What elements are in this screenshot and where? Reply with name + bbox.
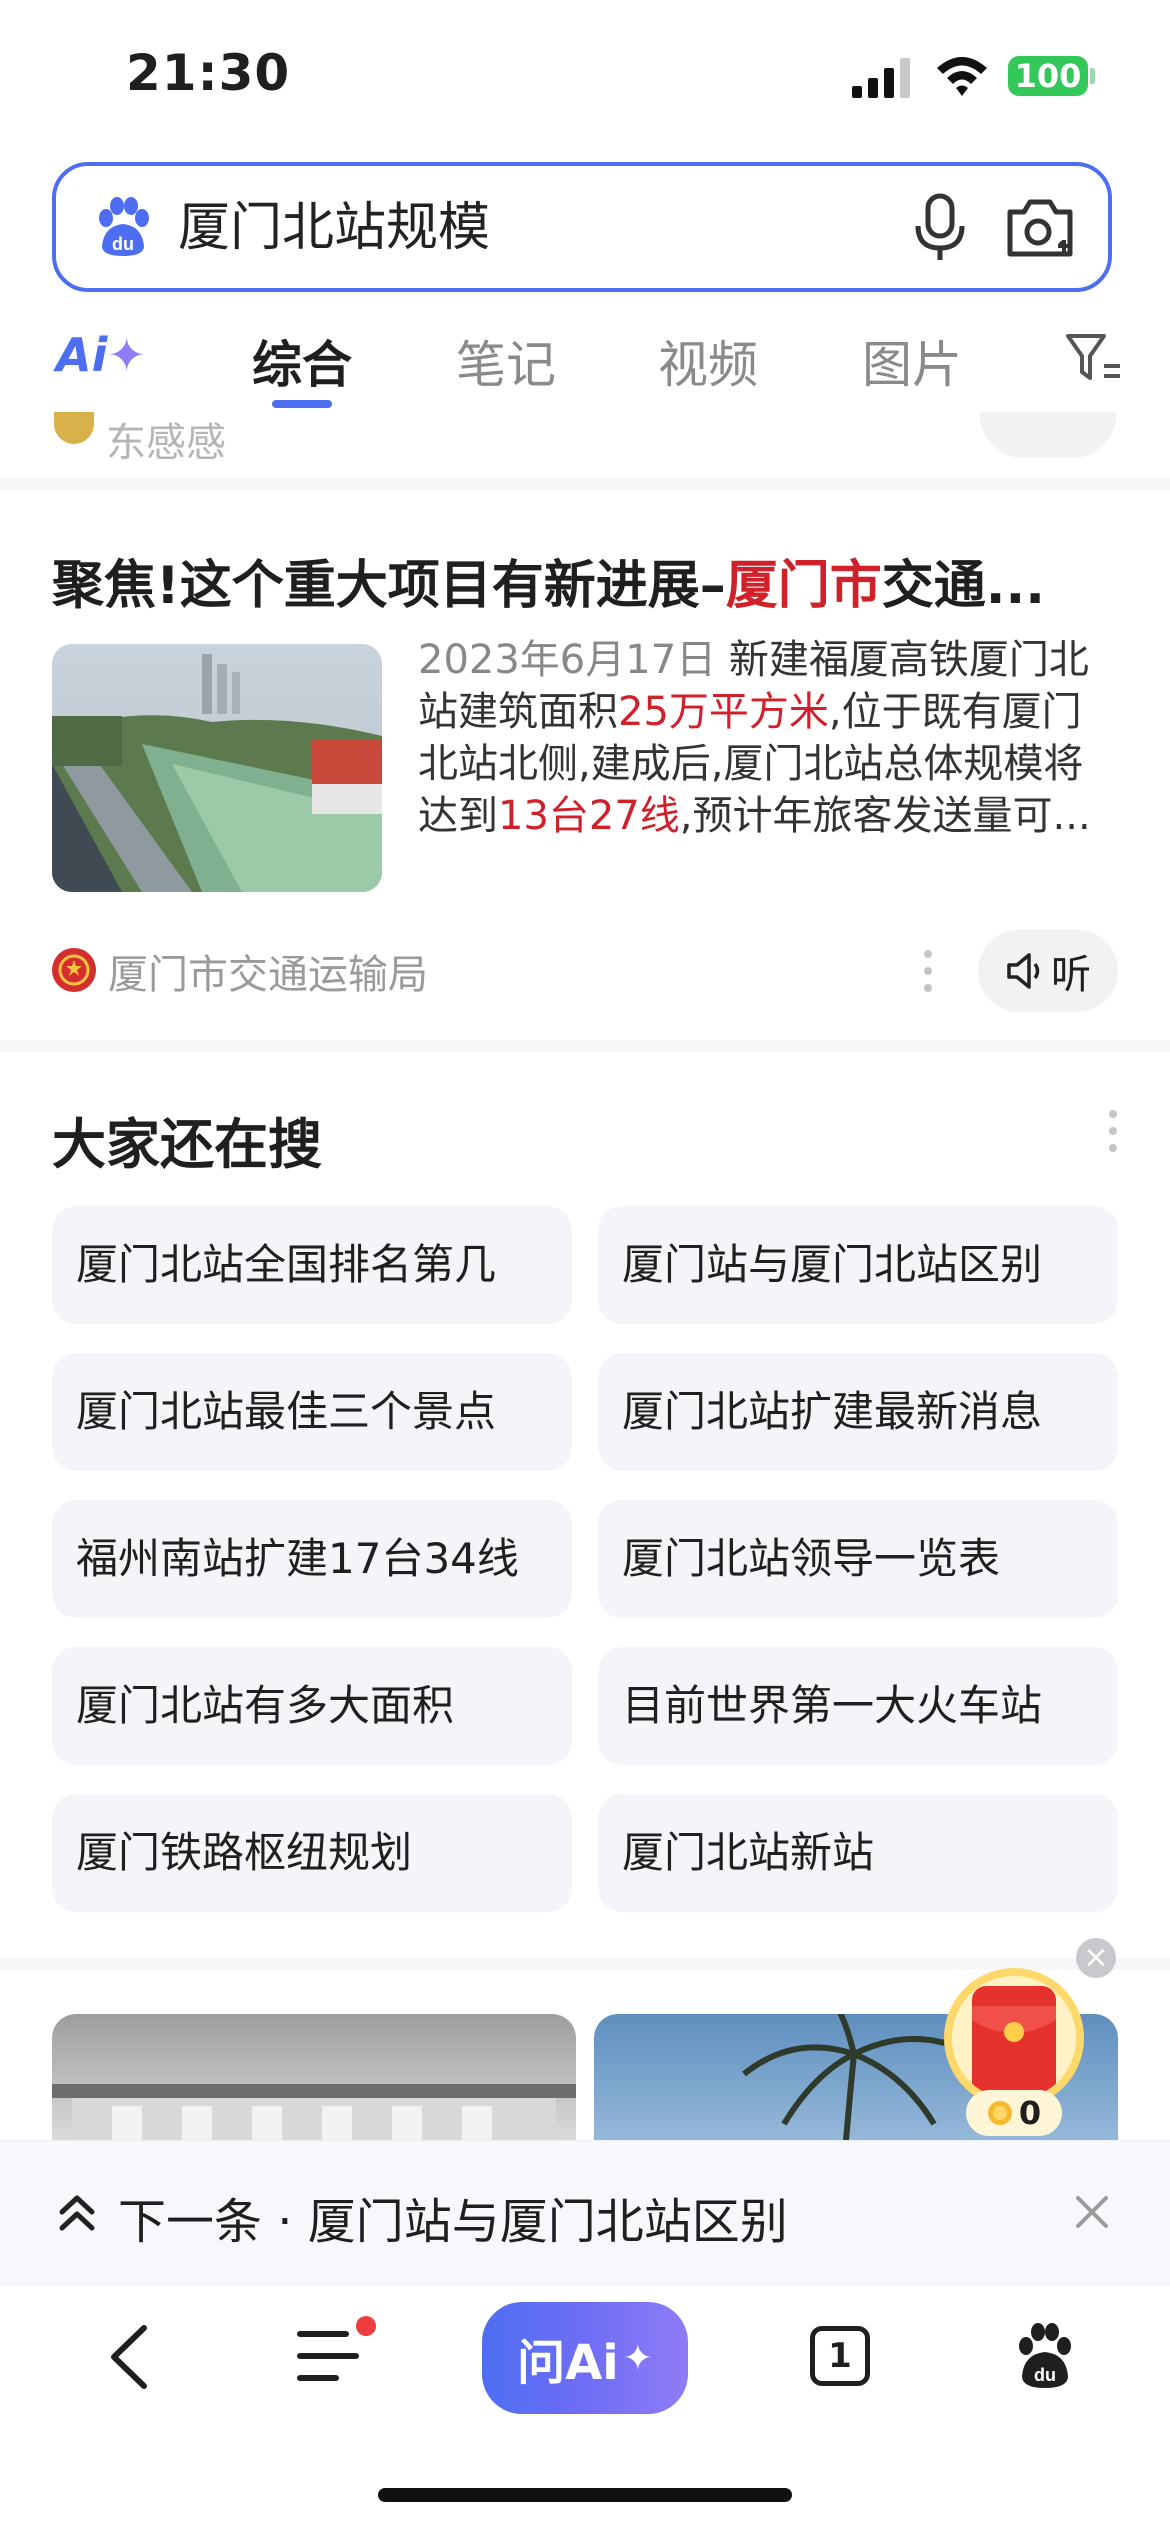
related-search-chip[interactable]: 厦门站与厦门北站区别: [598, 1206, 1118, 1324]
more-options-icon[interactable]: [922, 948, 934, 994]
ai-tab-label: Ai: [56, 328, 108, 382]
menu-icon[interactable]: [296, 2328, 360, 2384]
listen-button[interactable]: [980, 412, 1116, 458]
baidu-paw-icon[interactable]: du: [1012, 2322, 1078, 2390]
microphone-icon[interactable]: [910, 192, 970, 264]
cellular-signal-icon: [852, 58, 910, 98]
wifi-icon: [937, 57, 987, 96]
source-name: 东感感: [106, 420, 226, 466]
related-search-chip[interactable]: 厦门北站新站: [598, 1794, 1118, 1912]
snippet-text: ,预计年旅客发送量可...: [679, 793, 1091, 839]
snippet-highlight: 13台27线: [498, 793, 680, 839]
home-indicator: [378, 2488, 792, 2502]
baidu-paw-icon: du: [99, 197, 149, 256]
related-search-chip[interactable]: 厦门北站有多大面积: [52, 1647, 572, 1765]
search-query-text: 厦门北站规模: [178, 198, 491, 258]
tab-ai[interactable]: Ai✦: [56, 328, 146, 382]
result-thumbnail[interactable]: [52, 644, 382, 892]
sparkle-icon: ✦: [622, 2337, 653, 2379]
result-title[interactable]: 聚焦!这个重大项目有新进展–厦门市交通...: [52, 543, 1122, 618]
source-logo: [54, 412, 94, 444]
svg-text:du: du: [112, 234, 134, 254]
svg-text:du: du: [1034, 2365, 1056, 2385]
related-search-chip[interactable]: 厦门北站扩建最新消息: [598, 1353, 1118, 1471]
tab-notes[interactable]: 笔记: [456, 325, 556, 397]
sparkle-icon: ✦: [107, 328, 146, 382]
title-text-end: 交通...: [881, 556, 1045, 616]
ask-ai-label: 问Ai: [517, 2335, 619, 2391]
close-icon[interactable]: [1072, 2192, 1112, 2232]
filter-icon[interactable]: [1064, 330, 1124, 386]
related-search-chip[interactable]: 厦门铁路枢纽规划: [52, 1794, 572, 1912]
title-text: 聚焦!这个重大项目有新进展–: [52, 556, 726, 616]
snippet-highlight: 25万平方米: [618, 689, 829, 735]
close-float-icon[interactable]: ×: [1076, 1938, 1116, 1978]
back-icon[interactable]: [104, 2322, 154, 2392]
more-options-icon[interactable]: [1108, 1108, 1118, 1154]
related-search-chip[interactable]: 厦门北站全国排名第几: [52, 1206, 572, 1324]
chevron-double-up-icon: [59, 2195, 95, 2231]
tabs-count-button[interactable]: 1: [810, 2326, 870, 2386]
result-snippet: 2023年6月17日 新建福厦高铁厦门北站建筑面积25万平方米,位于既有厦门北站…: [418, 634, 1118, 894]
result-date: 2023年6月17日: [418, 637, 717, 683]
related-search-chip[interactable]: 厦门北站最佳三个景点: [52, 1353, 572, 1471]
tab-comprehensive[interactable]: 综合: [252, 325, 352, 397]
national-emblem-icon: [52, 948, 96, 992]
next-result-text[interactable]: 下一条 · 厦门站与厦门北站区别: [118, 2182, 788, 2252]
speaker-icon: [1007, 953, 1040, 989]
active-tab-indicator: [272, 400, 332, 408]
related-search-chip[interactable]: 厦门北站领导一览表: [598, 1500, 1118, 1618]
related-search-chip[interactable]: 目前世界第一大火车站: [598, 1647, 1118, 1765]
listen-button[interactable]: 听: [978, 930, 1118, 1012]
ask-ai-button[interactable]: 问Ai ✦: [482, 2302, 688, 2414]
coin-icon: [987, 2101, 1012, 2125]
related-search-chip[interactable]: 福州南站扩建17台34线: [52, 1500, 572, 1618]
battery-cap: [1090, 68, 1095, 84]
title-highlight: 厦门市: [725, 556, 882, 616]
result-source[interactable]: 厦门市交通运输局: [108, 942, 428, 1000]
camera-search-icon[interactable]: [1004, 196, 1076, 260]
listen-label: 听: [1051, 952, 1091, 998]
coin-count: 0: [1018, 2094, 1042, 2132]
status-time: 21:30: [126, 44, 291, 102]
tab-images[interactable]: 图片: [862, 325, 962, 397]
search-tabs: [0, 300, 1170, 412]
coin-counter: 0: [966, 2090, 1062, 2136]
previous-result-card: 东感感: [0, 412, 1170, 478]
related-searches-title: 大家还在搜: [52, 1113, 322, 1176]
notification-dot: [356, 2316, 376, 2336]
tab-videos[interactable]: 视频: [658, 325, 758, 397]
red-envelope-icon: [952, 1976, 1076, 2100]
battery-indicator: 100: [1008, 56, 1088, 96]
